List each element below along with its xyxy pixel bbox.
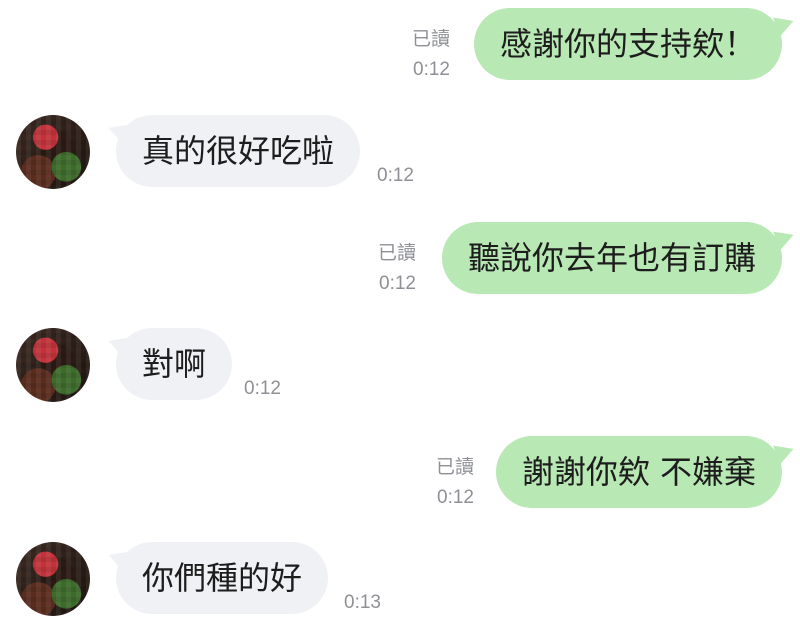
message-bubble-outgoing[interactable]: 感謝你的支持欸！ xyxy=(473,8,782,80)
message-meta: 已讀 0:12 xyxy=(412,28,450,82)
read-status: 已讀 xyxy=(435,457,474,478)
read-status: 已讀 xyxy=(411,29,450,50)
message-time: 0:13 xyxy=(344,592,381,613)
message-time: 0:12 xyxy=(379,273,416,294)
contact-avatar[interactable] xyxy=(16,328,90,402)
message-time: 0:12 xyxy=(244,378,281,399)
message-time: 0:12 xyxy=(413,59,450,80)
message-time: 0:12 xyxy=(377,165,414,186)
contact-avatar[interactable] xyxy=(16,115,90,189)
message-bubble-incoming[interactable]: 對啊 xyxy=(116,328,233,400)
read-status: 已讀 xyxy=(377,243,416,264)
message-meta: 已讀 0:12 xyxy=(436,456,474,510)
message-bubble-incoming[interactable]: 真的很好吃啦 xyxy=(116,115,361,187)
contact-avatar[interactable] xyxy=(16,542,90,616)
message-bubble-outgoing[interactable]: 聽說你去年也有訂購 xyxy=(441,222,782,294)
message-meta: 已讀 0:12 xyxy=(378,242,416,296)
message-bubble-outgoing[interactable]: 謝謝你欸 不嫌棄 xyxy=(495,436,782,508)
message-bubble-incoming[interactable]: 你們種的好 xyxy=(116,542,329,614)
message-time: 0:12 xyxy=(437,487,474,508)
